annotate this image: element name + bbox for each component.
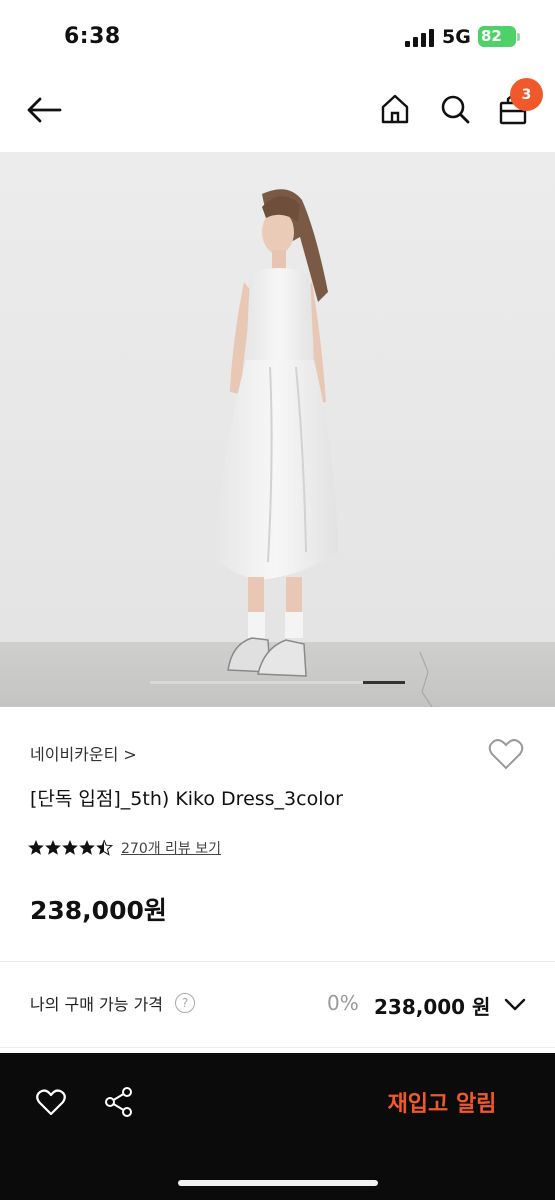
product-price: 238,000원 [30, 896, 167, 925]
restock-alert-button[interactable]: 재입고 알림 [362, 1073, 522, 1131]
heart-icon [36, 1089, 66, 1116]
purchase-price-row[interactable]: 나의 구매 가능 가격 ? 0% 238,000 원 [0, 962, 555, 1048]
battery-icon: 82 [478, 26, 516, 47]
brand-link[interactable]: 네이비카운티 > [30, 741, 137, 765]
back-button[interactable] [22, 90, 66, 130]
search-icon [441, 95, 470, 124]
bottom-action-bar: 재입고 알림 [0, 1053, 555, 1200]
top-nav-bar [0, 72, 555, 152]
help-icon[interactable]: ? [175, 993, 195, 1013]
like-button[interactable] [32, 1083, 70, 1121]
product-photo[interactable] [0, 152, 555, 707]
network-type: 5G [442, 26, 471, 48]
chevron-down-icon [504, 998, 526, 1011]
wishlist-button[interactable] [486, 734, 526, 774]
share-button[interactable] [100, 1083, 138, 1121]
expand-price-button[interactable] [500, 990, 530, 1020]
discount-rate: 0% [327, 991, 359, 1015]
home-indicator [178, 1180, 378, 1186]
product-title: [단독 입점]_5th) Kiko Dress_3color [30, 788, 343, 810]
product-photo-illustration [0, 152, 555, 707]
rating-stars [28, 838, 114, 861]
divider [0, 1047, 555, 1048]
home-icon [381, 94, 409, 124]
battery-tip [517, 33, 520, 41]
cart-count-badge: 3 [510, 78, 543, 111]
home-button[interactable] [374, 88, 416, 130]
share-icon [105, 1087, 132, 1117]
purchase-price-label: 나의 구매 가능 가격 [30, 995, 164, 1014]
purchase-price-value: 238,000 원 [374, 995, 491, 1019]
review-link[interactable]: 270개 리뷰 보기 [121, 838, 221, 858]
carousel-position-thumb [363, 681, 405, 684]
arrow-left-icon [27, 97, 62, 123]
search-button[interactable] [434, 88, 476, 130]
status-time: 6:38 [64, 24, 121, 49]
signal-icon [405, 29, 435, 47]
star-rating-icon [28, 839, 114, 856]
heart-outline-icon [488, 739, 524, 770]
status-bar: 6:38 5G 82 [0, 0, 555, 72]
battery-level: 82 [481, 27, 502, 45]
